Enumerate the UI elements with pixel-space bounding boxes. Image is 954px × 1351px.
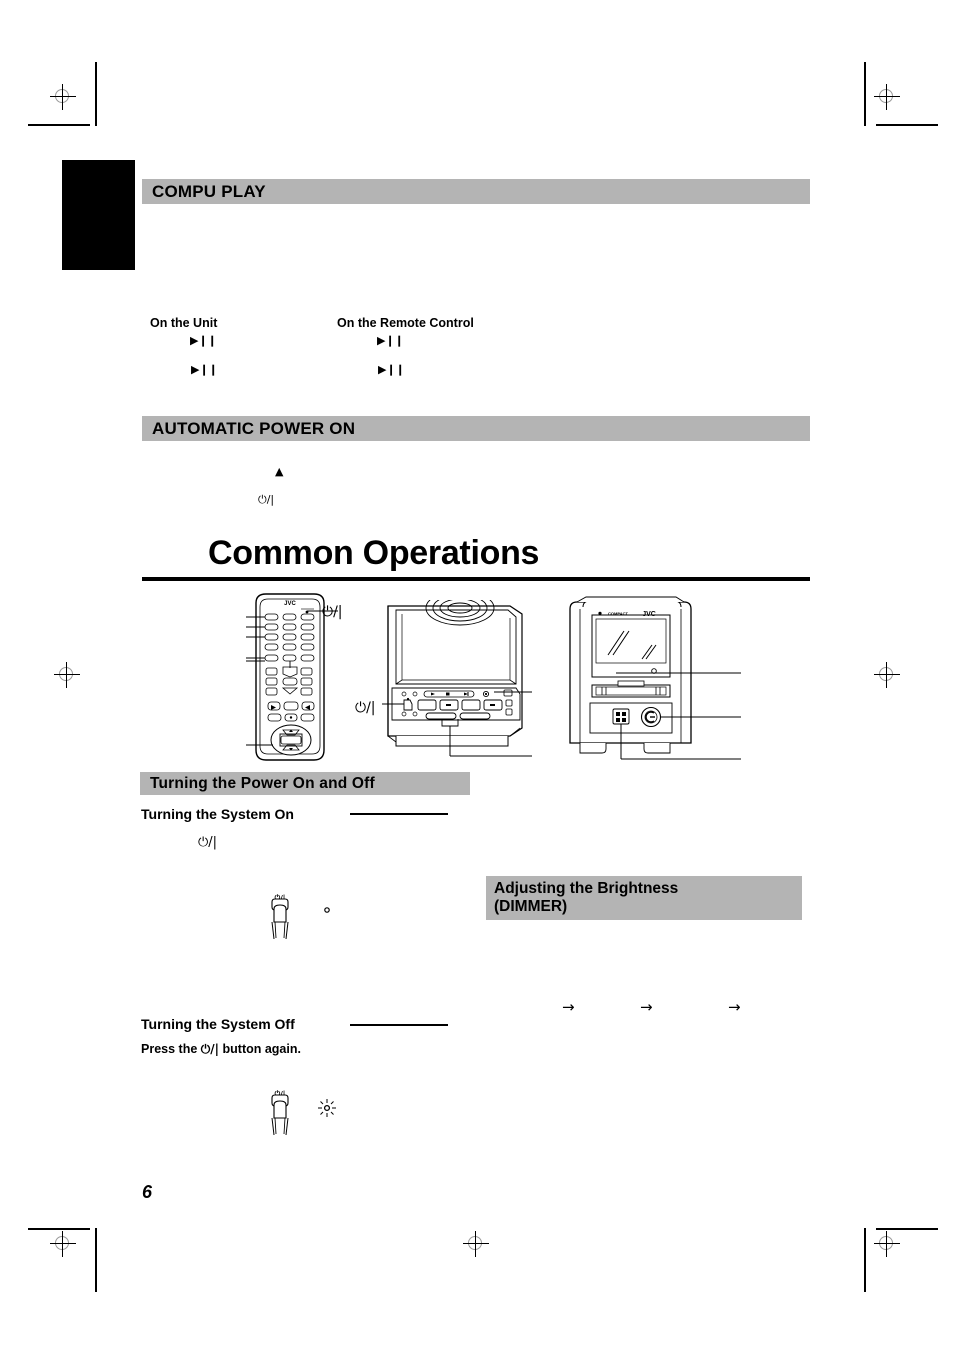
press-icon-system-off: ⏻/| xyxy=(263,1088,299,1136)
svg-text:JVC: JVC xyxy=(642,611,656,618)
power-icon-system-on: ⏻/| xyxy=(198,835,218,850)
page-title: Common Operations xyxy=(208,534,540,572)
section-bar-automatic-power-on: AUTOMATIC POWER ON xyxy=(142,416,810,441)
registration-mark-middle-left xyxy=(52,660,82,690)
chapter-thumb-tab xyxy=(62,160,135,270)
svg-text:JVC: JVC xyxy=(284,601,296,607)
subheading-turning-the-system-on-rule xyxy=(350,813,448,815)
instruction-text-prefix: Press the xyxy=(141,1042,201,1056)
main-unit-power-callout-label: ⏻/| xyxy=(355,700,376,716)
illustration-tower-unit: COMPACT JVC xyxy=(566,593,741,763)
power-indicator-lit-icon xyxy=(312,1095,342,1125)
power-icon-inline: ⏻/| xyxy=(200,1042,220,1056)
section-bar-dimmer-label-line1: Adjusting the Brightness xyxy=(494,880,679,897)
subheading-turning-the-system-on: Turning the System On xyxy=(141,806,294,822)
column-header-on-the-unit: On the Unit xyxy=(150,316,218,330)
crop-line-bottom-right-horizontal xyxy=(876,1228,938,1230)
crop-line-top-right-horizontal xyxy=(876,124,938,126)
registration-mark-bottom-center xyxy=(461,1229,491,1259)
play-pause-icon-unit-1: ▶❙❙ xyxy=(190,335,217,347)
play-pause-icon-remote-1: ▶❙❙ xyxy=(377,335,404,347)
instruction-press-power-again: Press the ⏻/| button again. xyxy=(141,1042,301,1057)
power-indicator-dot-icon xyxy=(322,905,332,915)
subheading-turning-the-system-off-rule xyxy=(350,1024,448,1026)
section-bar-dimmer-label-line2: (DIMMER) xyxy=(494,898,568,916)
crop-line-bottom-left-vertical xyxy=(95,1228,97,1292)
page-number: 6 xyxy=(142,1182,153,1202)
manual-page: COMPU PLAY On the Unit On the Remote Con… xyxy=(0,0,954,1351)
remote-power-callout-label: ⏻/| xyxy=(322,604,343,620)
crop-line-bottom-left-horizontal xyxy=(28,1228,90,1230)
subheading-turning-the-system-off: Turning the System Off xyxy=(141,1016,295,1032)
crop-line-top-right-vertical xyxy=(864,62,866,126)
illustration-main-unit xyxy=(382,600,532,765)
dimmer-arrow-3: → xyxy=(728,998,741,1016)
crop-line-bottom-right-vertical xyxy=(864,1228,866,1292)
section-bar-turning-the-power-label: Turning the Power On and Off xyxy=(150,774,375,792)
svg-text:COMPACT: COMPACT xyxy=(608,611,628,616)
dimmer-arrow-1: → xyxy=(562,998,575,1016)
section-bar-compu-play: COMPU PLAY xyxy=(142,179,810,204)
page-title-rule xyxy=(142,577,810,581)
eject-icon: ▲ xyxy=(275,465,284,478)
press-icon-system-on: ⏻/| xyxy=(263,892,299,940)
registration-mark-top-right xyxy=(872,82,902,112)
section-bar-compu-play-label: COMPU PLAY xyxy=(152,181,266,201)
registration-mark-bottom-left xyxy=(48,1229,78,1259)
registration-mark-middle-right xyxy=(872,660,902,690)
section-bar-automatic-power-on-label: AUTOMATIC POWER ON xyxy=(152,418,356,438)
crop-line-top-left-horizontal xyxy=(28,124,90,126)
section-bar-dimmer: Adjusting the Brightness (DIMMER) xyxy=(486,876,802,920)
column-header-on-the-remote-control: On the Remote Control xyxy=(337,316,474,330)
registration-mark-bottom-right xyxy=(872,1229,902,1259)
registration-mark-top-left xyxy=(48,82,78,112)
instruction-text-suffix: button again. xyxy=(219,1042,301,1056)
crop-line-top-left-vertical xyxy=(95,62,97,126)
dimmer-arrow-2: → xyxy=(640,998,653,1016)
section-bar-turning-the-power: Turning the Power On and Off xyxy=(140,772,470,795)
power-icon-automatic-power-on: ⏻/| xyxy=(258,493,275,506)
play-pause-icon-unit-2: ▶❙❙ xyxy=(191,364,218,376)
play-pause-icon-remote-2: ▶❙❙ xyxy=(378,364,405,376)
